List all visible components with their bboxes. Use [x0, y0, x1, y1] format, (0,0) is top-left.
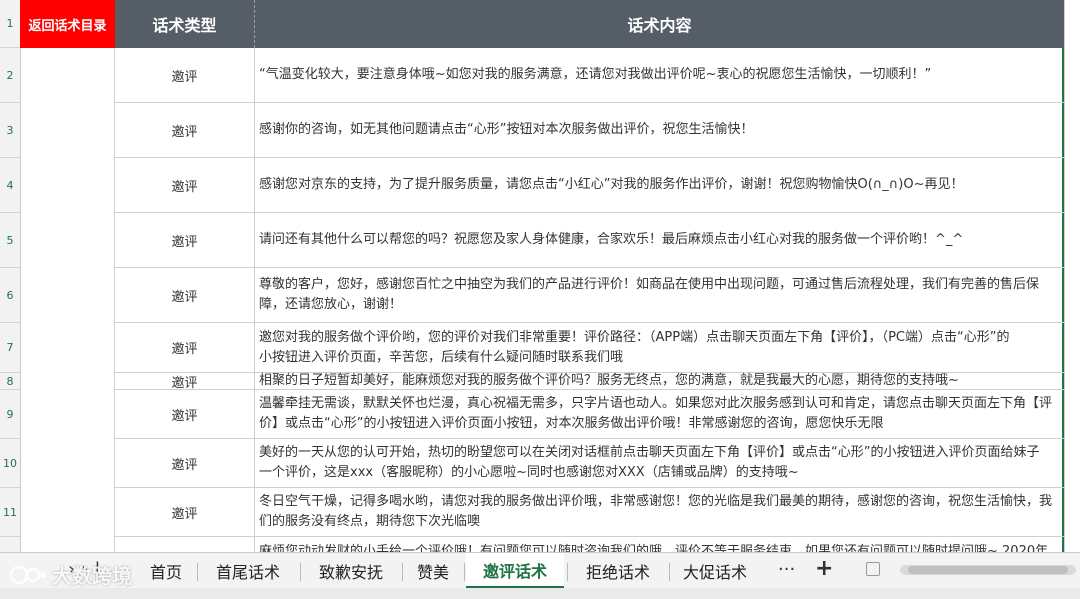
tab-praise[interactable]: 赞美 — [405, 553, 461, 589]
tab-divider — [567, 563, 568, 581]
tab-divider — [669, 563, 670, 581]
table-row[interactable]: 邀评 相聚的日子短暂却美好，能麻烦您对我的服务做个评价吗？服务无终点，您的满意，… — [115, 373, 1064, 391]
content-cell[interactable]: 感谢你的咨询，如无其他问题请点击“心形”按钮对本次服务做出评价，祝您生活愉快！ — [255, 103, 1064, 157]
content-line: 小按钮进入评价页面，辛苦您，后续有什么疑问随时联系我们哦 — [259, 349, 624, 365]
content-line: “气温变化较大，要注意身体哦~如您对我的服务满意，还请您对我做出评价呢~衷心的祝… — [259, 67, 932, 82]
column-a-merged-cell[interactable] — [20, 48, 115, 552]
type-cell[interactable]: 邀评 — [115, 213, 255, 267]
row-number[interactable]: 11 — [0, 488, 20, 537]
type-cell[interactable]: 邀评 — [115, 439, 255, 487]
content-cell[interactable]: 尊敬的客户，您好，感谢您百忙之中抽空为我们的产品进行评价！如商品在使用中出现问题… — [255, 268, 1064, 322]
row-number[interactable]: 4 — [0, 158, 20, 213]
back-to-catalog-button[interactable]: 返回话术目录 — [20, 0, 115, 48]
table-row[interactable]: 邀评 尊敬的客户，您好，感谢您百忙之中抽空为我们的产品进行评价！如商品在使用中出… — [115, 268, 1064, 323]
row-number[interactable]: 8 — [0, 373, 20, 390]
tab-apology[interactable]: 致歉安抚 — [303, 553, 399, 589]
column-header-type[interactable]: 话术类型 — [115, 0, 255, 48]
content-line: 温馨牵挂无需谈，默默关怀也烂漫，真心祝福无需多，只字片语也动人。如果您对此次服务… — [259, 396, 1053, 411]
row-number[interactable]: 9 — [0, 390, 20, 439]
content-cell[interactable]: 温馨牵挂无需谈，默默关怀也烂漫，真心祝福无需多，只字片语也动人。如果您对此次服务… — [255, 390, 1064, 438]
content-line: 感谢您对京东的支持，为了提升服务质量，请您点击“小红心”对我的服务作出评价，谢谢… — [259, 177, 964, 192]
content-line: 们的服务没有终点，期待您下次光临噢 — [259, 514, 481, 529]
content-line: 相聚的日子短暂却美好，能麻烦您对我的服务做个评价吗？服务无终点，您的满意，就是我… — [259, 373, 959, 388]
content-line: 感谢你的咨询，如无其他问题请点击“心形”按钮对本次服务做出评价，祝您生活愉快！ — [259, 122, 754, 137]
content-line: 尊敬的客户，您好，感谢您百忙之中抽空为我们的产品进行评价！如商品在使用中出现问题… — [259, 277, 1040, 292]
content-cell[interactable]: 冬日空气干燥，记得多喝水哟，请您对我的服务做出评价哦，非常感谢您！您的光临是我们… — [255, 488, 1064, 536]
content-line: 邀您对我的服务做个评价哟，您的评价对我们非常重要！评价路径：（APP端）点击聊天… — [259, 329, 1010, 345]
content-line: 冬日空气干燥，记得多喝水哟，请您对我的服务做出评价哦，非常感谢您！您的光临是我们… — [259, 494, 1053, 509]
tab-promotion[interactable]: 大促话术 — [672, 553, 758, 589]
type-cell[interactable] — [115, 537, 255, 552]
status-bar — [0, 588, 1080, 599]
scroll-options-icon[interactable] — [866, 562, 880, 576]
tab-opening-closing[interactable]: 首尾话术 — [200, 553, 296, 589]
table-row[interactable]: 邀评 冬日空气干燥，记得多喝水哟，请您对我的服务做出评价哦，非常感谢您！您的光临… — [115, 488, 1064, 537]
table-row[interactable]: 邀评 美好的一天从您的认可开始，热切的盼望您可以在关闭对话框前点击聊天页面左下角… — [115, 439, 1064, 488]
row-number[interactable]: 1 — [0, 0, 20, 48]
row-number[interactable]: 5 — [0, 213, 20, 268]
content-cell[interactable]: 请问还有其他什么可以帮您的吗？祝愿您及家人身体健康，合家欢乐！最后麻烦点击小红心… — [255, 213, 1064, 267]
more-sheets-button[interactable]: ··· — [778, 559, 795, 580]
type-cell[interactable]: 邀评 — [115, 323, 255, 372]
add-sheet-button[interactable]: + — [815, 556, 833, 581]
content-line: 美好的一天从您的认可开始，热切的盼望您可以在关闭对话框前点击聊天页面左下角【评价… — [259, 445, 1040, 460]
content-cell[interactable]: “气温变化较大，要注意身体哦~如您对我的服务满意，还请您对我做出评价呢~衷心的祝… — [255, 48, 1064, 102]
header-row: 返回话术目录 话术类型 话术内容 — [20, 0, 1064, 48]
sheet-grid: 邀评 “气温变化较大，要注意身体哦~如您对我的服务满意，还请您对我做出评价呢~衷… — [20, 48, 1064, 552]
sheet-tab-bar: ››| 首页 首尾话术 致歉安抚 赞美 邀评话术 拒绝话术 大促话术 ··· + — [0, 552, 1080, 589]
content-cell[interactable]: 麻烦您动动发财的小手给一个评价哦！有问题您可以随时咨询我们的哦，评价不等于服务结… — [255, 537, 1064, 552]
table-row[interactable]: 邀评 “气温变化较大，要注意身体哦~如您对我的服务满意，还请您对我做出评价呢~衷… — [115, 48, 1064, 103]
type-cell[interactable]: 邀评 — [115, 268, 255, 322]
content-line: 请问还有其他什么可以帮您的吗？祝愿您及家人身体健康，合家欢乐！最后麻烦点击小红心… — [259, 232, 964, 247]
tab-divider — [402, 563, 403, 581]
tab-divider — [300, 563, 301, 581]
tab-divider — [197, 563, 198, 581]
content-line: 麻烦您动动发财的小手给一个评价哦！有问题您可以随时咨询我们的哦，评价不等于服务结… — [259, 544, 1049, 552]
content-cell[interactable]: 邀您对我的服务做个评价哟，您的评价对我们非常重要！评价路径：（APP端）点击聊天… — [255, 323, 1064, 372]
type-cell[interactable]: 邀评 — [115, 158, 255, 212]
row-number[interactable]: 10 — [0, 439, 20, 488]
content-cell[interactable]: 美好的一天从您的认可开始，热切的盼望您可以在关闭对话框前点击聊天页面左下角【评价… — [255, 439, 1064, 487]
row-number[interactable]: 3 — [0, 103, 20, 158]
tab-home[interactable]: 首页 — [138, 553, 194, 589]
row-number[interactable]: 7 — [0, 323, 20, 373]
type-cell[interactable]: 邀评 — [115, 373, 255, 391]
content-cell[interactable]: 感谢您对京东的支持，为了提升服务质量，请您点击“小红心”对我的服务作出评价，谢谢… — [255, 158, 1064, 212]
type-cell[interactable]: 邀评 — [115, 390, 255, 438]
right-edge-column — [1064, 0, 1080, 552]
table-row[interactable]: 邀评 邀您对我的服务做个评价哟，您的评价对我们非常重要！评价路径：（APP端）点… — [115, 323, 1064, 373]
type-cell[interactable]: 邀评 — [115, 488, 255, 536]
tab-rejection[interactable]: 拒绝话术 — [570, 553, 666, 589]
table-row[interactable]: 邀评 温馨牵挂无需谈，默默关怀也烂漫，真心祝福无需多，只字片语也动人。如果您对此… — [115, 390, 1064, 439]
watermark-logo-icon — [8, 564, 48, 586]
content-line: 价】或点击“心形”的小按钮进入评价页面小按钮，对本次服务做出评价哦！非常感谢您的… — [259, 416, 884, 431]
watermark-text: 大数跨境 — [52, 564, 132, 588]
table-row[interactable]: 邀评 感谢您对京东的支持，为了提升服务质量，请您点击“小红心”对我的服务作出评价… — [115, 158, 1064, 213]
content-cell[interactable]: 相聚的日子短暂却美好，能麻烦您对我的服务做个评价吗？服务无终点，您的满意，就是我… — [255, 373, 1064, 389]
row-number[interactable]: 2 — [0, 48, 20, 103]
table-row[interactable]: 邀评 感谢你的咨询，如无其他问题请点击“心形”按钮对本次服务做出评价，祝您生活愉… — [115, 103, 1064, 158]
tab-divider — [464, 563, 465, 581]
horizontal-scrollbar[interactable] — [900, 565, 1076, 575]
row-header-column: 1 2 3 4 5 6 7 8 9 10 11 — [0, 0, 21, 552]
column-header-content[interactable]: 话术内容 — [255, 0, 1064, 48]
scrollbar-thumb[interactable] — [908, 566, 1068, 574]
table-row[interactable]: 邀评 请问还有其他什么可以帮您的吗？祝愿您及家人身体健康，合家欢乐！最后麻烦点击… — [115, 213, 1064, 268]
content-line: 障，还请您放心，谢谢！ — [259, 297, 403, 312]
row-number[interactable]: 6 — [0, 268, 20, 323]
type-cell[interactable]: 邀评 — [115, 48, 255, 102]
watermark: 大数跨境 — [8, 560, 132, 589]
tab-review-invite[interactable]: 邀评话术 — [466, 553, 564, 589]
content-line: 一个评价，这是xxx（客服昵称）的小心愿啦~同时也感谢您对XXX（店铺或品牌）的… — [259, 465, 799, 480]
type-cell[interactable]: 邀评 — [115, 103, 255, 157]
table-row[interactable]: 麻烦您动动发财的小手给一个评价哦！有问题您可以随时咨询我们的哦，评价不等于服务结… — [115, 537, 1064, 552]
